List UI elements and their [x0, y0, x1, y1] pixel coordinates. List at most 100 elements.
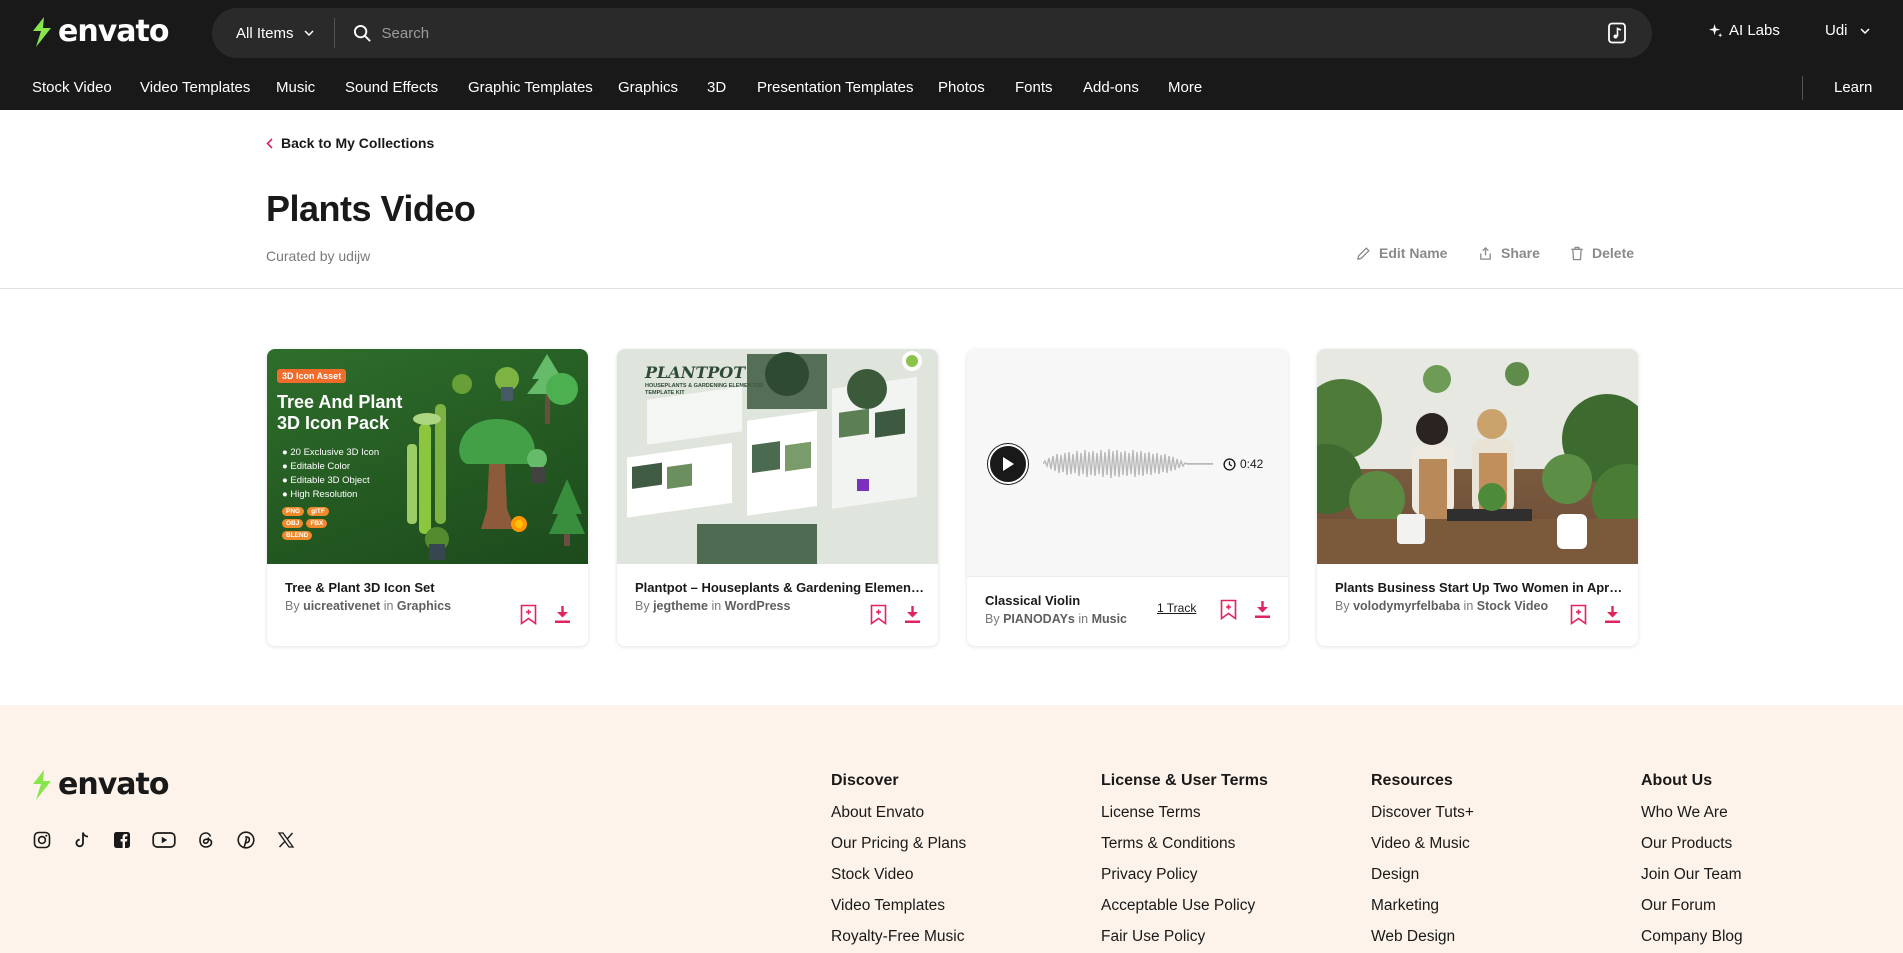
- footer-link[interactable]: Terms & Conditions: [1101, 835, 1268, 853]
- card-category[interactable]: Stock Video: [1477, 599, 1548, 613]
- footer-col-resources: Resources Discover Tuts+ Video & Music D…: [1371, 772, 1474, 953]
- edit-name-label: Edit Name: [1379, 245, 1448, 261]
- nav-stock-video[interactable]: Stock Video: [32, 79, 112, 96]
- envato-logo[interactable]: envato: [30, 14, 169, 49]
- nav-graphics[interactable]: Graphics: [618, 79, 678, 96]
- item-card-tree-plant[interactable]: 3D Icon Asset Tree And Plant 3D Icon Pac…: [267, 349, 588, 646]
- youtube-icon[interactable]: [152, 830, 176, 850]
- card-actions: [868, 603, 922, 625]
- nav-video-templates[interactable]: Video Templates: [140, 79, 250, 96]
- card-category[interactable]: WordPress: [725, 599, 791, 613]
- footer-link[interactable]: Stock Video: [831, 866, 966, 884]
- x-icon[interactable]: [276, 830, 296, 850]
- track-count-link[interactable]: 1 Track: [1157, 601, 1196, 615]
- ai-labs-label: AI Labs: [1729, 22, 1780, 39]
- add-to-collection-button[interactable]: [868, 603, 888, 625]
- card-thumbnail[interactable]: PLANTPOT HOUSEPLANTS & GARDENING ELEMENT…: [617, 349, 938, 564]
- footer-link[interactable]: Our Products: [1641, 835, 1743, 853]
- add-to-collection-button[interactable]: [1568, 603, 1588, 625]
- search-input[interactable]: [381, 24, 1482, 42]
- card-thumbnail[interactable]: [1317, 349, 1638, 564]
- download-button[interactable]: [902, 603, 922, 625]
- footer-col-heading: Resources: [1371, 772, 1453, 789]
- download-button[interactable]: [552, 603, 572, 625]
- footer-link[interactable]: Company Blog: [1641, 928, 1743, 946]
- thumb-badge: 3D Icon Asset: [277, 369, 347, 383]
- edit-name-button[interactable]: Edit Name: [1356, 245, 1447, 261]
- item-card-classical-violin[interactable]: 0:42 Classical Violin By PIANODAYs in Mu…: [967, 349, 1288, 646]
- card-author[interactable]: PIANODAYs: [1003, 612, 1075, 626]
- footer-link[interactable]: License Terms: [1101, 804, 1268, 822]
- footer-link[interactable]: Acceptable Use Policy: [1101, 897, 1268, 915]
- nav-music[interactable]: Music: [276, 79, 315, 96]
- footer-link[interactable]: Fair Use Policy: [1101, 928, 1268, 946]
- download-button[interactable]: [1602, 603, 1622, 625]
- footer-envato-logo[interactable]: envato: [30, 767, 169, 802]
- card-byline: By uicreativenet in Graphics: [285, 599, 452, 613]
- footer-link[interactable]: Web Design: [1371, 928, 1474, 946]
- bookmark-plus-icon: [520, 604, 536, 625]
- card-category[interactable]: Music: [1092, 612, 1127, 626]
- back-to-collections-link[interactable]: Back to My Collections: [266, 135, 434, 151]
- chevron-left-icon: [266, 137, 273, 149]
- footer-col-heading: License & User Terms: [1101, 772, 1268, 789]
- footer-link[interactable]: Video Templates: [831, 897, 966, 915]
- chevron-down-icon: [303, 30, 314, 36]
- footer-link[interactable]: Discover Tuts+: [1371, 804, 1474, 822]
- footer-link[interactable]: About Envato: [831, 804, 966, 822]
- play-button[interactable]: [988, 444, 1028, 484]
- footer-link[interactable]: Marketing: [1371, 897, 1474, 915]
- footer-link[interactable]: Video & Music: [1371, 835, 1474, 853]
- footer-link[interactable]: Design: [1371, 866, 1474, 884]
- download-button[interactable]: [1252, 598, 1272, 620]
- card-title[interactable]: Plantpot – Houseplants & Gardening Eleme…: [635, 580, 925, 595]
- nav-sound-effects[interactable]: Sound Effects: [345, 79, 438, 96]
- add-to-collection-button[interactable]: [518, 603, 538, 625]
- nav-more[interactable]: More: [1168, 79, 1202, 96]
- ai-labs-link[interactable]: AI Labs: [1708, 22, 1780, 39]
- footer-link[interactable]: Royalty-Free Music: [831, 928, 966, 946]
- plant-illustration: [407, 354, 585, 560]
- thumb-bullet: ● Editable Color: [282, 461, 351, 472]
- add-to-collection-button[interactable]: [1218, 598, 1238, 620]
- category-select[interactable]: All Items: [212, 18, 335, 48]
- footer-link[interactable]: Our Forum: [1641, 897, 1743, 915]
- user-menu[interactable]: Udi: [1825, 22, 1870, 39]
- card-title[interactable]: Tree & Plant 3D Icon Set: [285, 580, 575, 595]
- facebook-icon[interactable]: [112, 830, 132, 850]
- audio-search-button[interactable]: [1602, 18, 1632, 48]
- footer-link[interactable]: Privacy Policy: [1101, 866, 1268, 884]
- card-author[interactable]: jegtheme: [653, 599, 708, 613]
- nav-fonts[interactable]: Fonts: [1015, 79, 1053, 96]
- item-card-plants-business[interactable]: Plants Business Start Up Two Women in Ap…: [1317, 349, 1638, 646]
- footer-link[interactable]: Join Our Team: [1641, 866, 1743, 884]
- nav-learn[interactable]: Learn: [1834, 79, 1872, 96]
- card-actions: [1218, 598, 1272, 620]
- trash-icon: [1571, 246, 1583, 260]
- nav-photos[interactable]: Photos: [938, 79, 985, 96]
- footer-col-license: License & User Terms License Terms Terms…: [1101, 772, 1268, 953]
- nav-presentation-templates[interactable]: Presentation Templates: [757, 79, 913, 96]
- item-card-plantpot[interactable]: PLANTPOT HOUSEPLANTS & GARDENING ELEMENT…: [617, 349, 938, 646]
- tiktok-icon[interactable]: [72, 830, 92, 850]
- footer-link[interactable]: Our Pricing & Plans: [831, 835, 966, 853]
- card-title[interactable]: Plants Business Start Up Two Women in Ap…: [1335, 580, 1625, 595]
- nav-add-ons[interactable]: Add-ons: [1083, 79, 1139, 96]
- card-author[interactable]: volodymyrfelbaba: [1353, 599, 1460, 613]
- play-icon: [1003, 457, 1014, 471]
- nav-graphic-templates[interactable]: Graphic Templates: [468, 79, 593, 96]
- waveform[interactable]: [1043, 444, 1213, 484]
- pinterest-icon[interactable]: [236, 830, 256, 850]
- format-tag: OBJ: [282, 519, 304, 528]
- nav-3d[interactable]: 3D: [707, 79, 726, 96]
- card-author[interactable]: uicreativenet: [303, 599, 380, 613]
- instagram-icon[interactable]: [32, 830, 52, 850]
- card-category[interactable]: Graphics: [397, 599, 451, 613]
- card-thumbnail[interactable]: 3D Icon Asset Tree And Plant 3D Icon Pac…: [267, 349, 588, 564]
- delete-button[interactable]: Delete: [1570, 245, 1634, 261]
- section-divider: [0, 288, 1903, 289]
- threads-icon[interactable]: [196, 830, 216, 850]
- format-tag: BLEND: [282, 531, 313, 540]
- share-button[interactable]: Share: [1478, 245, 1540, 261]
- footer-link[interactable]: Who We Are: [1641, 804, 1743, 822]
